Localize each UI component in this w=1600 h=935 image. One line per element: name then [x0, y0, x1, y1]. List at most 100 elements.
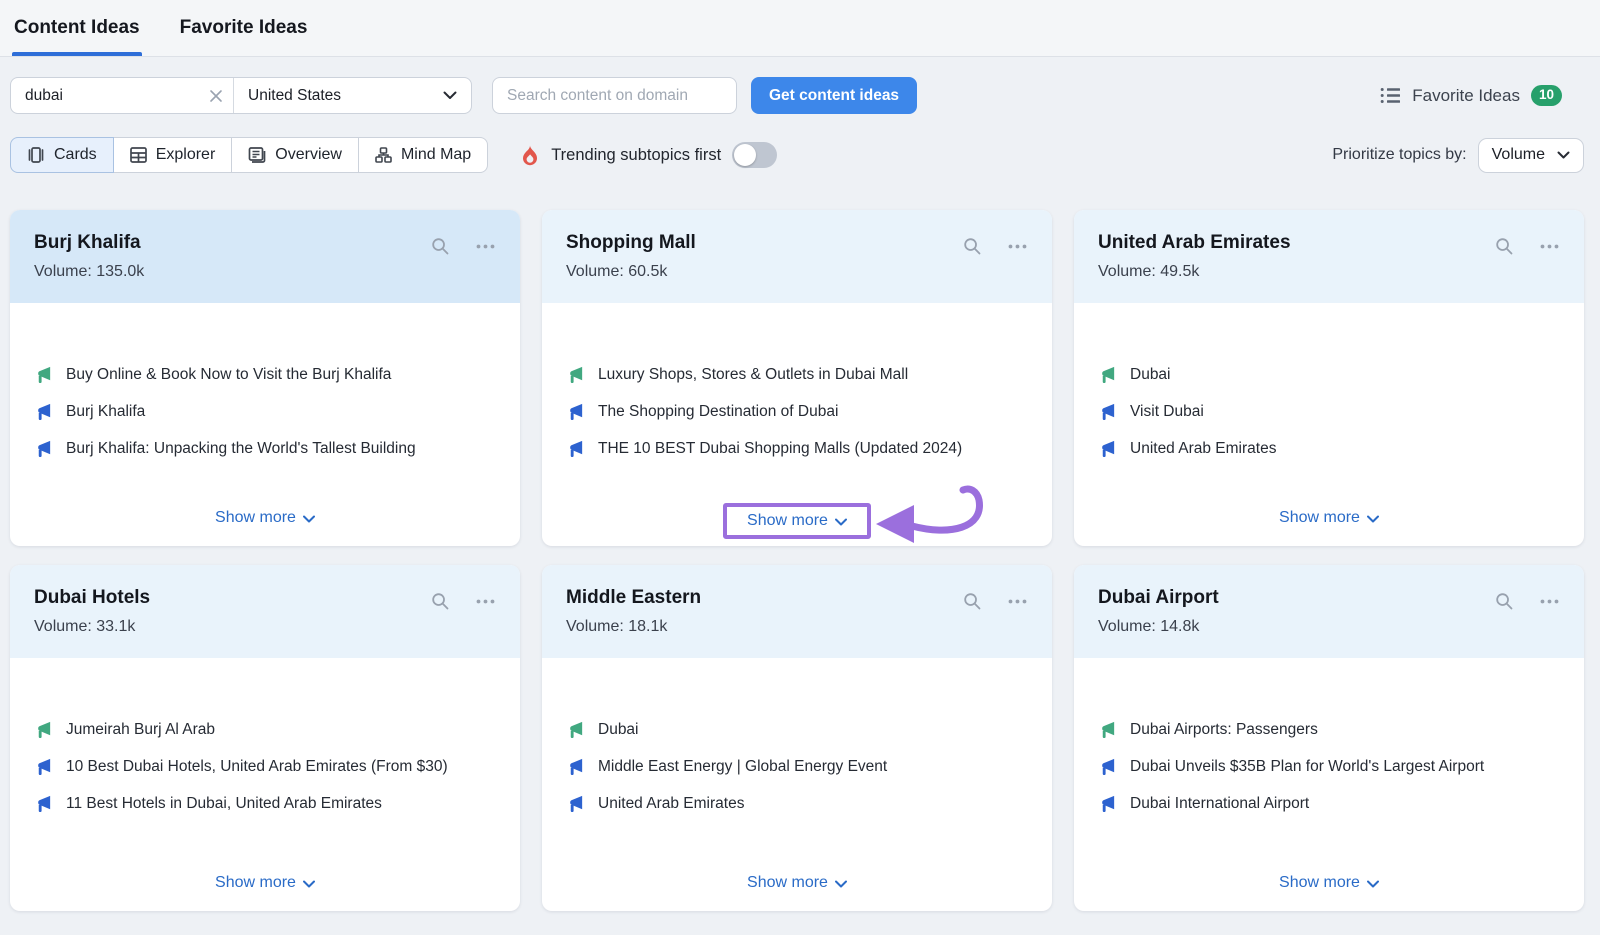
- topic-card-middle-eastern: Middle Eastern Volume: 18.1k: [542, 565, 1052, 911]
- view-tab-mind-map[interactable]: Mind Map: [358, 137, 488, 173]
- headline-item: Luxury Shops, Stores & Outlets in Dubai …: [566, 363, 1028, 386]
- headline-text: Dubai: [1130, 363, 1171, 386]
- headline-item: Dubai: [1098, 363, 1560, 386]
- card-search-icon[interactable]: [430, 236, 451, 257]
- show-more-link[interactable]: Show more: [215, 509, 315, 527]
- view-tab-overview[interactable]: Overview: [231, 137, 359, 173]
- headline-text: The Shopping Destination of Dubai: [598, 400, 838, 423]
- card-search-icon[interactable]: [962, 236, 983, 257]
- chevron-down-icon: [835, 880, 847, 888]
- card-search-icon[interactable]: [1494, 236, 1515, 257]
- tab-content-ideas-label: Content Ideas: [14, 17, 140, 39]
- card-volume: Volume: 33.1k: [34, 618, 496, 636]
- headline-text: Burj Khalifa: Unpacking the World's Tall…: [66, 437, 416, 460]
- trending-toggle[interactable]: [732, 142, 777, 168]
- card-body: Jumeirah Burj Al Arab 10 Best Dubai Hote…: [10, 658, 520, 855]
- view-tab-mind-map-label: Mind Map: [401, 146, 471, 164]
- topic-card-burj-khalifa: Burj Khalifa Volume: 135.0k: [10, 210, 520, 546]
- megaphone-icon: [34, 794, 53, 813]
- megaphone-icon: [34, 439, 53, 458]
- card-menu-icon[interactable]: [1007, 591, 1028, 612]
- chevron-down-icon: [1367, 515, 1379, 523]
- headline-item: Visit Dubai: [1098, 400, 1560, 423]
- headline-item: Jumeirah Burj Al Arab: [34, 718, 496, 741]
- chevron-down-icon: [1557, 151, 1570, 160]
- topic-card-dubai-hotels: Dubai Hotels Volume: 33.1k: [10, 565, 520, 911]
- megaphone-icon: [566, 720, 585, 739]
- prioritize-label: Prioritize topics by:: [1332, 146, 1466, 164]
- domain-search-input[interactable]: [492, 77, 737, 114]
- card-header: United Arab Emirates Volume: 49.5k: [1074, 210, 1584, 303]
- clear-keyword-icon[interactable]: [209, 89, 223, 103]
- megaphone-icon: [34, 720, 53, 739]
- favorites-count-badge: 10: [1531, 85, 1562, 106]
- headline-text: 11 Best Hotels in Dubai, United Arab Emi…: [66, 792, 382, 815]
- card-footer: Show more: [542, 490, 1052, 546]
- headline-item: United Arab Emirates: [1098, 437, 1560, 460]
- card-footer: Show more: [1074, 855, 1584, 911]
- show-more-link[interactable]: Show more: [1279, 874, 1379, 892]
- card-body: Luxury Shops, Stores & Outlets in Dubai …: [542, 303, 1052, 490]
- overview-view-icon: [248, 147, 266, 163]
- megaphone-icon: [34, 365, 53, 384]
- keyword-input[interactable]: [11, 78, 233, 113]
- show-more-label: Show more: [215, 874, 296, 892]
- show-more-label: Show more: [1279, 874, 1360, 892]
- card-volume: Volume: 60.5k: [566, 263, 1028, 281]
- tab-content-ideas[interactable]: Content Ideas: [12, 0, 142, 56]
- view-tab-explorer[interactable]: Explorer: [113, 137, 233, 173]
- tab-favorite-ideas[interactable]: Favorite Ideas: [178, 0, 310, 56]
- headline-text: Buy Online & Book Now to Visit the Burj …: [66, 363, 391, 386]
- show-more-link[interactable]: Show more: [747, 512, 847, 530]
- view-switcher: Cards Explorer Overview: [10, 137, 488, 173]
- card-menu-icon[interactable]: [475, 591, 496, 612]
- card-menu-icon[interactable]: [1539, 236, 1560, 257]
- topic-card-dubai-airport: Dubai Airport Volume: 14.8k: [1074, 565, 1584, 911]
- card-search-icon[interactable]: [1494, 591, 1515, 612]
- show-more-link[interactable]: Show more: [747, 874, 847, 892]
- explorer-view-icon: [130, 147, 147, 163]
- show-more-link[interactable]: Show more: [215, 874, 315, 892]
- card-header: Dubai Hotels Volume: 33.1k: [10, 565, 520, 658]
- trending-subtopics-control: Trending subtopics first: [520, 142, 777, 168]
- card-title: Shopping Mall: [566, 232, 1028, 254]
- headline-text: Visit Dubai: [1130, 400, 1204, 423]
- cards-view-icon: [27, 147, 45, 163]
- country-select[interactable]: United States: [234, 78, 471, 113]
- headline-item: 11 Best Hotels in Dubai, United Arab Emi…: [34, 792, 496, 815]
- card-footer: Show more: [10, 855, 520, 911]
- card-header: Dubai Airport Volume: 14.8k: [1074, 565, 1584, 658]
- card-menu-icon[interactable]: [1539, 591, 1560, 612]
- headline-text: Dubai Airports: Passengers: [1130, 718, 1318, 741]
- show-more-label: Show more: [747, 512, 828, 530]
- show-more-link[interactable]: Show more: [1279, 509, 1379, 527]
- chevron-down-icon: [303, 880, 315, 888]
- megaphone-icon: [1098, 720, 1117, 739]
- chevron-down-icon: [835, 518, 847, 526]
- filters-area: United States Get content ideas Favorite…: [0, 57, 1600, 173]
- megaphone-icon: [566, 402, 585, 421]
- get-content-ideas-button[interactable]: Get content ideas: [751, 77, 917, 114]
- card-footer: Show more: [10, 490, 520, 546]
- view-tab-cards[interactable]: Cards: [10, 137, 114, 173]
- card-menu-icon[interactable]: [1007, 236, 1028, 257]
- tab-favorite-ideas-label: Favorite Ideas: [180, 17, 308, 39]
- megaphone-icon: [566, 757, 585, 776]
- card-footer: Show more: [1074, 490, 1584, 546]
- megaphone-icon: [1098, 365, 1117, 384]
- card-title: Burj Khalifa: [34, 232, 496, 254]
- headline-text: Luxury Shops, Stores & Outlets in Dubai …: [598, 363, 908, 386]
- card-header: Burj Khalifa Volume: 135.0k: [10, 210, 520, 303]
- card-menu-icon[interactable]: [475, 236, 496, 257]
- card-search-icon[interactable]: [430, 591, 451, 612]
- card-search-icon[interactable]: [962, 591, 983, 612]
- favorite-ideas-button[interactable]: Favorite Ideas 10: [1380, 85, 1562, 106]
- mind-map-view-icon: [375, 147, 392, 163]
- sort-select[interactable]: Volume: [1478, 138, 1584, 173]
- chevron-down-icon: [1367, 880, 1379, 888]
- toggle-knob: [734, 144, 756, 166]
- headline-item: THE 10 BEST Dubai Shopping Malls (Update…: [566, 437, 1028, 460]
- card-volume: Volume: 135.0k: [34, 263, 496, 281]
- card-body: Dubai Middle East Energy | Global Energy…: [542, 658, 1052, 855]
- show-more-label: Show more: [1279, 509, 1360, 527]
